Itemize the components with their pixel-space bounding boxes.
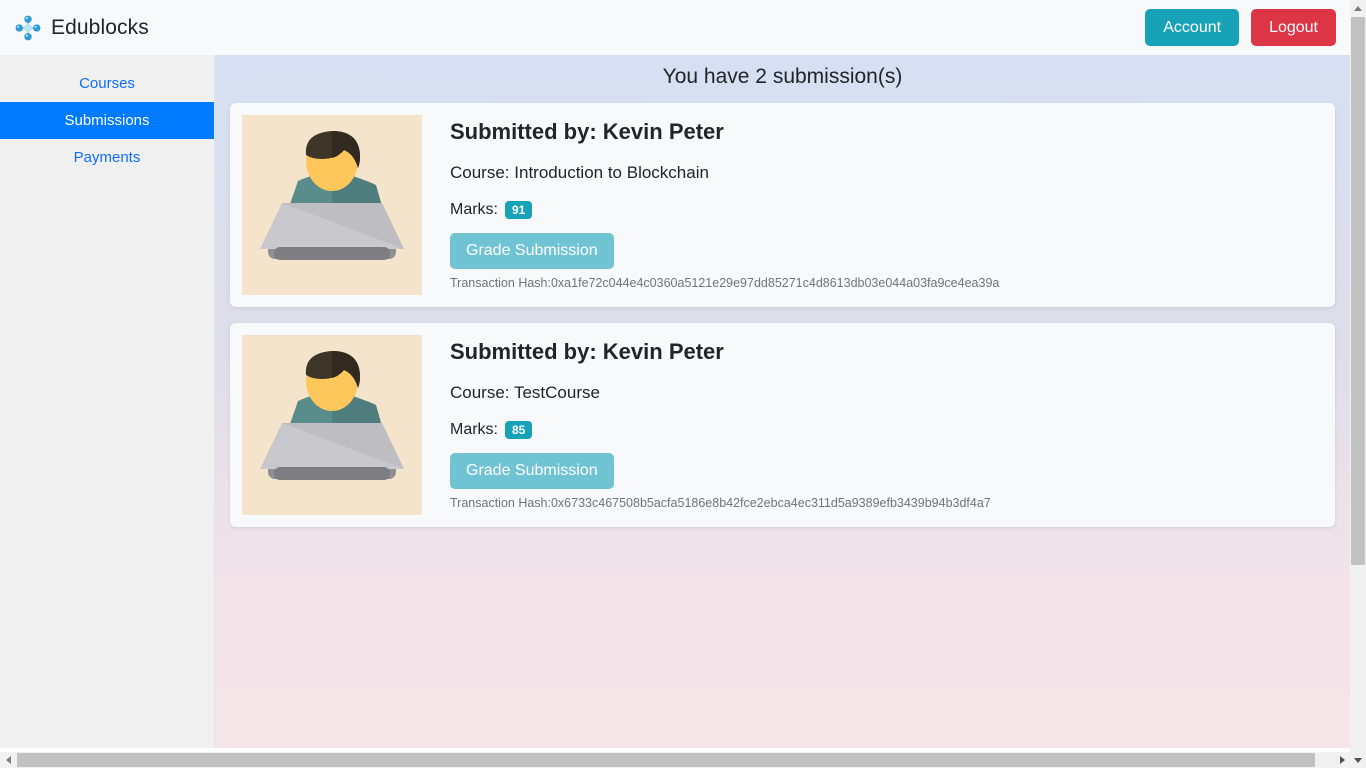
scroll-up-arrow-icon[interactable]	[1350, 0, 1366, 16]
brand-title: Edublocks	[51, 16, 149, 39]
scroll-right-arrow-icon[interactable]	[1334, 752, 1350, 768]
transaction-hash-value: 0xa1fe72c044e4c0360a5121e29e97dd85271c4d…	[550, 276, 1000, 290]
submission-title: Submitted by: Kevin Peter	[450, 339, 1323, 365]
course-label: Course:	[450, 383, 510, 402]
sidebar: Courses Submissions Payments	[0, 55, 215, 748]
submission-card: Submitted by: Kevin Peter Course: Introd…	[230, 103, 1335, 307]
transaction-hash-label: Transaction Hash:	[450, 276, 551, 290]
marks-badge: 91	[505, 201, 533, 219]
sidebar-item-courses[interactable]: Courses	[0, 65, 214, 102]
grade-submission-button[interactable]: Grade Submission	[450, 453, 614, 489]
submission-marks: Marks: 91	[450, 201, 1323, 219]
marks-label: Marks:	[450, 201, 498, 218]
submission-details: Submitted by: Kevin Peter Course: Introd…	[450, 115, 1323, 295]
submission-marks: Marks: 85	[450, 421, 1323, 439]
logout-button[interactable]: Logout	[1251, 8, 1336, 47]
scroll-down-arrow-icon[interactable]	[1350, 752, 1366, 768]
course-name: TestCourse	[513, 383, 600, 402]
person-at-laptop-avatar	[242, 115, 422, 295]
scrollbar-corner	[1350, 752, 1366, 768]
top-navbar: Edublocks Account Logout	[0, 0, 1350, 55]
submission-details: Submitted by: Kevin Peter Course: TestCo…	[450, 335, 1323, 515]
submission-card: Submitted by: Kevin Peter Course: TestCo…	[230, 323, 1335, 527]
marks-badge: 85	[505, 421, 533, 439]
page-title: You have 2 submission(s)	[662, 65, 903, 88]
network-nodes-icon	[14, 14, 42, 42]
student-name: Kevin Peter	[602, 339, 724, 364]
main-content: You have 2 submission(s) Submitted by: K…	[215, 55, 1350, 748]
account-button[interactable]: Account	[1145, 8, 1240, 47]
horizontal-scrollbar[interactable]	[0, 752, 1366, 768]
brand-link[interactable]: Edublocks	[14, 14, 149, 42]
course-name: Introduction to Blockchain	[514, 163, 709, 182]
submission-course: Course: Introduction to Blockchain	[450, 163, 1323, 183]
transaction-hash-label: Transaction Hash:	[450, 496, 551, 510]
vertical-scrollbar[interactable]	[1350, 0, 1366, 752]
page-shell: Courses Submissions Payments You have 2 …	[0, 55, 1350, 748]
person-at-laptop-avatar	[242, 335, 422, 515]
grade-submission-button[interactable]: Grade Submission	[450, 233, 614, 269]
browser-viewport: Edublocks Account Logout Courses Submiss…	[0, 0, 1366, 768]
submitted-by-label: Submitted by:	[450, 119, 597, 144]
sidebar-item-payments[interactable]: Payments	[0, 139, 214, 176]
course-label: Course:	[450, 163, 510, 182]
student-name: Kevin Peter	[602, 119, 724, 144]
submission-title: Submitted by: Kevin Peter	[450, 119, 1323, 145]
submission-course: Course: TestCourse	[450, 383, 1323, 403]
marks-label: Marks:	[450, 421, 498, 438]
transaction-hash: Transaction Hash:0xa1fe72c044e4c0360a512…	[450, 276, 1323, 290]
navbar-actions: Account Logout	[1145, 8, 1336, 47]
sidebar-item-submissions[interactable]: Submissions	[0, 102, 214, 139]
transaction-hash-value: 0x6733c467508b5acfa5186e8b42fce2ebca4ec3…	[550, 496, 991, 510]
transaction-hash: Transaction Hash:0x6733c467508b5acfa5186…	[450, 496, 1323, 510]
submitted-by-label: Submitted by:	[450, 339, 597, 364]
scroll-left-arrow-icon[interactable]	[0, 752, 16, 768]
horizontal-scrollbar-thumb[interactable]	[17, 753, 1315, 767]
vertical-scrollbar-thumb[interactable]	[1351, 17, 1365, 565]
